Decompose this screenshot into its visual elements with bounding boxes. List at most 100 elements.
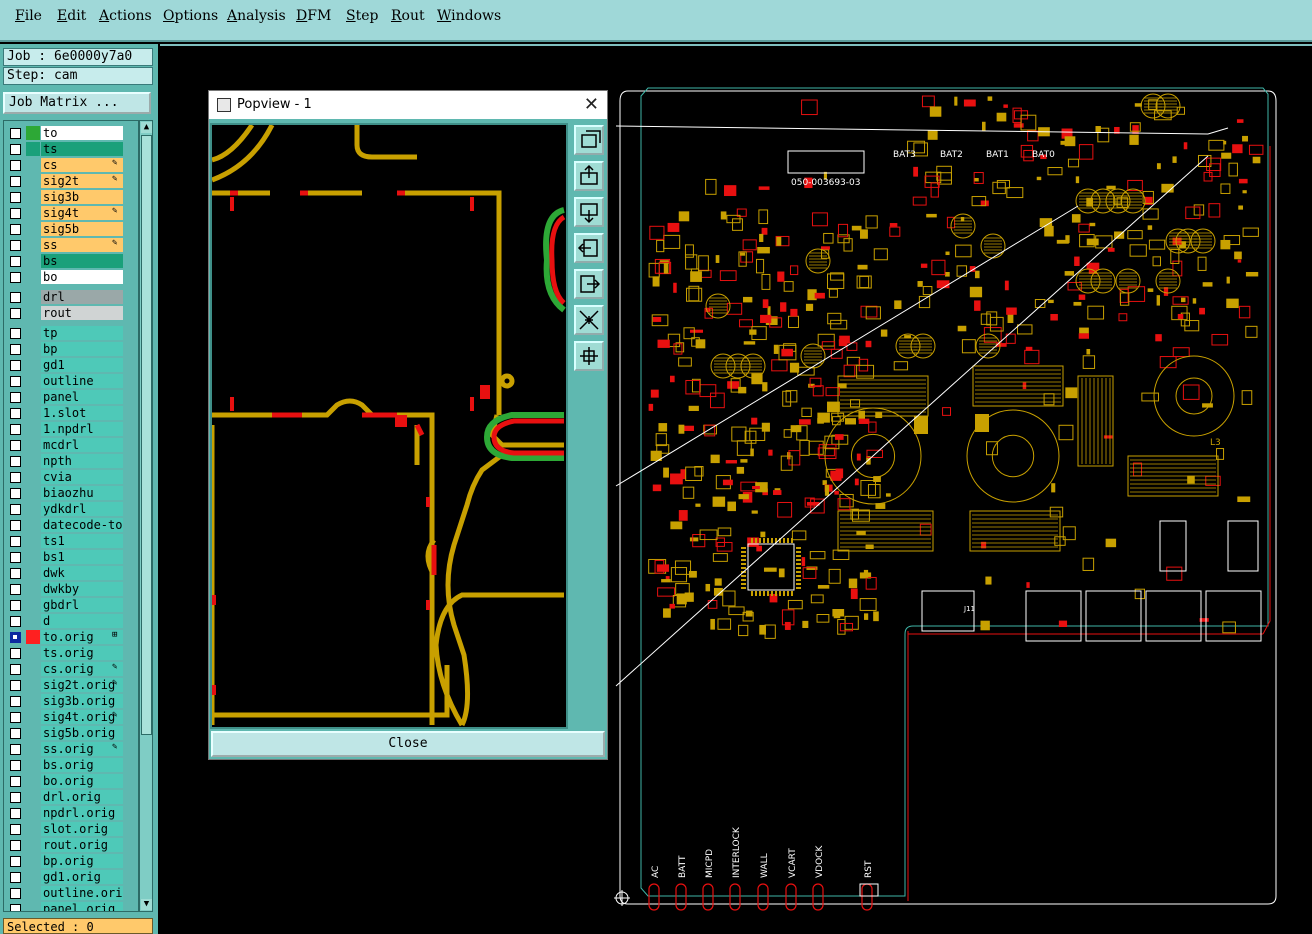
layer-checkbox[interactable]: [10, 888, 21, 899]
layer-row[interactable]: outline: [4, 373, 138, 389]
layer-checkbox[interactable]: [10, 504, 21, 515]
layer-name[interactable]: outline: [41, 374, 123, 388]
layer-checkbox[interactable]: [10, 256, 21, 267]
layer-checkbox[interactable]: [10, 600, 21, 611]
menu-file[interactable]: File: [15, 8, 42, 24]
layer-checkbox[interactable]: [10, 344, 21, 355]
layer-name[interactable]: sig3b.orig: [41, 694, 123, 708]
layer-name[interactable]: sig3b: [41, 190, 123, 204]
layer-row[interactable]: ts1: [4, 533, 138, 549]
layer-row[interactable]: gbdrl: [4, 597, 138, 613]
layer-name[interactable]: d: [41, 614, 123, 628]
pan-down-icon[interactable]: [574, 197, 604, 227]
layer-name[interactable]: outline.orig: [41, 886, 123, 900]
layer-name[interactable]: bs: [41, 254, 123, 268]
menu-dfm[interactable]: DFM: [296, 8, 331, 24]
layer-checkbox[interactable]: [10, 744, 21, 755]
layer-checkbox[interactable]: [10, 224, 21, 235]
layer-name[interactable]: slot.orig: [41, 822, 123, 836]
job-matrix-button[interactable]: Job Matrix ...: [3, 92, 151, 114]
layer-name[interactable]: sig5b: [41, 222, 123, 236]
layer-checkbox[interactable]: [10, 712, 21, 723]
layer-name[interactable]: to: [41, 126, 123, 140]
layer-checkbox[interactable]: [10, 192, 21, 203]
zoom-in-icon[interactable]: [574, 305, 604, 335]
menu-edit[interactable]: Edit: [57, 8, 86, 24]
layer-row[interactable]: bp: [4, 341, 138, 357]
layer-checkbox[interactable]: [10, 632, 21, 643]
layer-row[interactable]: bs1: [4, 549, 138, 565]
layer-name[interactable]: sig2t: [41, 174, 123, 188]
layer-row[interactable]: bs.orig: [4, 757, 138, 773]
layer-name[interactable]: 1.slot: [41, 406, 123, 420]
layer-checkbox[interactable]: [10, 272, 21, 283]
layer-row[interactable]: bp.orig: [4, 853, 138, 869]
layer-checkbox[interactable]: [10, 680, 21, 691]
layer-checkbox[interactable]: [10, 520, 21, 531]
layer-name[interactable]: dwkby: [41, 582, 123, 596]
layer-name[interactable]: biaozhu: [41, 486, 123, 500]
layer-name[interactable]: panel.orig: [41, 902, 123, 911]
layer-name[interactable]: gbdrl: [41, 598, 123, 612]
layer-checkbox[interactable]: [10, 728, 21, 739]
layer-checkbox[interactable]: [10, 392, 21, 403]
layer-checkbox[interactable]: [10, 360, 21, 371]
layer-checkbox[interactable]: [10, 824, 21, 835]
layer-row[interactable]: sig3b.orig: [4, 693, 138, 709]
layer-checkbox[interactable]: [10, 128, 21, 139]
layer-checkbox[interactable]: [10, 536, 21, 547]
layer-name[interactable]: ts: [41, 142, 123, 156]
close-icon[interactable]: ✕: [584, 94, 599, 115]
layer-checkbox[interactable]: [10, 308, 21, 319]
layer-row[interactable]: sig4t ✎: [4, 205, 138, 221]
layer-row[interactable]: bs: [4, 253, 138, 269]
layer-row[interactable]: to.orig ⊞: [4, 629, 138, 645]
menu-step[interactable]: Step: [346, 8, 378, 24]
layer-row[interactable]: npth: [4, 453, 138, 469]
layer-name[interactable]: rout.orig: [41, 838, 123, 852]
layer-row[interactable]: panel.orig: [4, 901, 138, 911]
layer-name[interactable]: npdrl.orig: [41, 806, 123, 820]
layer-name[interactable]: drl.orig: [41, 790, 123, 804]
layer-name[interactable]: sig2t.orig: [41, 678, 123, 692]
layer-row[interactable]: mcdrl: [4, 437, 138, 453]
layer-row[interactable]: sig5b: [4, 221, 138, 237]
layer-name[interactable]: sig4t: [41, 206, 123, 220]
layer-row[interactable]: rout: [4, 305, 138, 321]
layer-checkbox[interactable]: [10, 760, 21, 771]
layer-checkbox[interactable]: [10, 160, 21, 171]
layer-row[interactable]: bo.orig: [4, 773, 138, 789]
layer-checkbox[interactable]: [10, 440, 21, 451]
pcb-graphics-area[interactable]: BAT3 BAT2 BAT1 BAT0 050-003693-03 L3 J11 AC BATT…: [608, 46, 1312, 934]
layer-row[interactable]: rout.orig: [4, 837, 138, 853]
layer-row[interactable]: panel: [4, 389, 138, 405]
layer-name[interactable]: ss: [41, 238, 123, 252]
layer-row[interactable]: ss.orig ✎: [4, 741, 138, 757]
layer-checkbox[interactable]: [10, 456, 21, 467]
layer-row[interactable]: dwkby: [4, 581, 138, 597]
layer-row[interactable]: sig2t ✎: [4, 173, 138, 189]
layer-name[interactable]: cs: [41, 158, 123, 172]
layer-name[interactable]: bs.orig: [41, 758, 123, 772]
layer-row[interactable]: cs.orig ✎: [4, 661, 138, 677]
layer-list-scrollbar[interactable]: ▲ ▼: [139, 120, 153, 912]
layer-row[interactable]: sig3b: [4, 189, 138, 205]
menu-actions[interactable]: Actions: [99, 8, 152, 24]
layer-name[interactable]: bo.orig: [41, 774, 123, 788]
layer-name[interactable]: tp: [41, 326, 123, 340]
scroll-up-arrow-icon[interactable]: ▲: [141, 122, 152, 133]
pcb-canvas[interactable]: BAT3 BAT2 BAT1 BAT0 050-003693-03 L3 J11 AC BATT…: [608, 46, 1312, 934]
layer-row[interactable]: dwk: [4, 565, 138, 581]
layer-checkbox[interactable]: [10, 792, 21, 803]
layer-checkbox[interactable]: [10, 856, 21, 867]
pan-up-icon[interactable]: [574, 161, 604, 191]
layer-name[interactable]: bp: [41, 342, 123, 356]
layer-name[interactable]: ts1: [41, 534, 123, 548]
pan-left-icon[interactable]: [574, 233, 604, 263]
popview-titlebar[interactable]: Popview - 1 ✕: [209, 91, 607, 119]
layer-name[interactable]: rout: [41, 306, 123, 320]
layer-row[interactable]: ts: [4, 141, 138, 157]
scroll-down-arrow-icon[interactable]: ▼: [141, 899, 152, 910]
layer-checkbox[interactable]: [10, 424, 21, 435]
layer-checkbox[interactable]: [10, 472, 21, 483]
